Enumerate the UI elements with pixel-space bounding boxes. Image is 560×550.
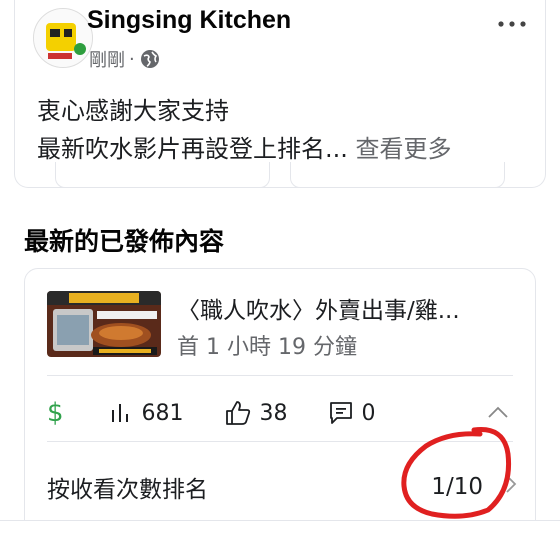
video-thumbnail[interactable] bbox=[47, 291, 161, 357]
see-more-link[interactable]: 查看更多 bbox=[356, 135, 452, 163]
post-card: Singsing Kitchen 剛剛 · 衷心感謝大家支持 最新吹水影片再設登… bbox=[14, 0, 546, 188]
bottom-navigation-bar bbox=[0, 520, 560, 550]
rank-value: 1/10 bbox=[431, 474, 483, 500]
post-card-tabs bbox=[55, 162, 505, 188]
comments-count: 0 bbox=[361, 400, 376, 426]
likes-stat: 38 bbox=[224, 399, 288, 427]
video-title[interactable]: 〈職人吹水〉外賣出事/雞... bbox=[177, 291, 523, 325]
dollar-icon[interactable]: $ bbox=[47, 398, 64, 428]
divider bbox=[47, 375, 513, 376]
post-text-line2: 最新吹水影片再設登上排名... bbox=[37, 135, 348, 163]
rank-row[interactable]: 按收看次數排名 1/10 bbox=[47, 459, 517, 515]
likes-count: 38 bbox=[259, 400, 288, 426]
post-time: 剛剛 bbox=[89, 50, 125, 71]
thumbs-up-icon bbox=[225, 401, 250, 425]
rank-label: 按收看次數排名 bbox=[47, 477, 208, 503]
chevron-right-icon[interactable] bbox=[505, 474, 517, 500]
chevron-up-icon[interactable] bbox=[487, 404, 509, 423]
views-count: 681 bbox=[141, 400, 184, 426]
latest-content-card: 〈職人吹水〉外賣出事/雞... 首 1 小時 19 分鐘 $ 681 38 0 … bbox=[24, 268, 536, 550]
post-text-line1: 衷心感謝大家支持 bbox=[37, 97, 229, 125]
stats-row: $ 681 38 0 bbox=[47, 389, 517, 437]
comments-stat: 0 bbox=[328, 400, 376, 426]
video-published-time: 首 1 小時 19 分鐘 bbox=[177, 335, 357, 360]
post-card-tab-left bbox=[55, 162, 270, 188]
divider bbox=[47, 441, 513, 442]
globe-icon bbox=[139, 48, 161, 70]
meta-separator: · bbox=[129, 48, 135, 70]
bar-chart-icon bbox=[111, 404, 128, 422]
page-avatar[interactable] bbox=[33, 8, 93, 68]
more-dots-icon[interactable] bbox=[497, 10, 527, 35]
post-card-tab-right bbox=[290, 162, 505, 188]
post-meta: 剛剛 · bbox=[89, 46, 161, 72]
section-title: 最新的已發佈內容 bbox=[24, 227, 225, 256]
page-name[interactable]: Singsing Kitchen bbox=[87, 6, 291, 35]
comment-icon bbox=[329, 402, 352, 424]
post-text: 衷心感謝大家支持 最新吹水影片再設登上排名... 查看更多 bbox=[37, 92, 452, 168]
views-stat: 681 bbox=[108, 400, 184, 426]
